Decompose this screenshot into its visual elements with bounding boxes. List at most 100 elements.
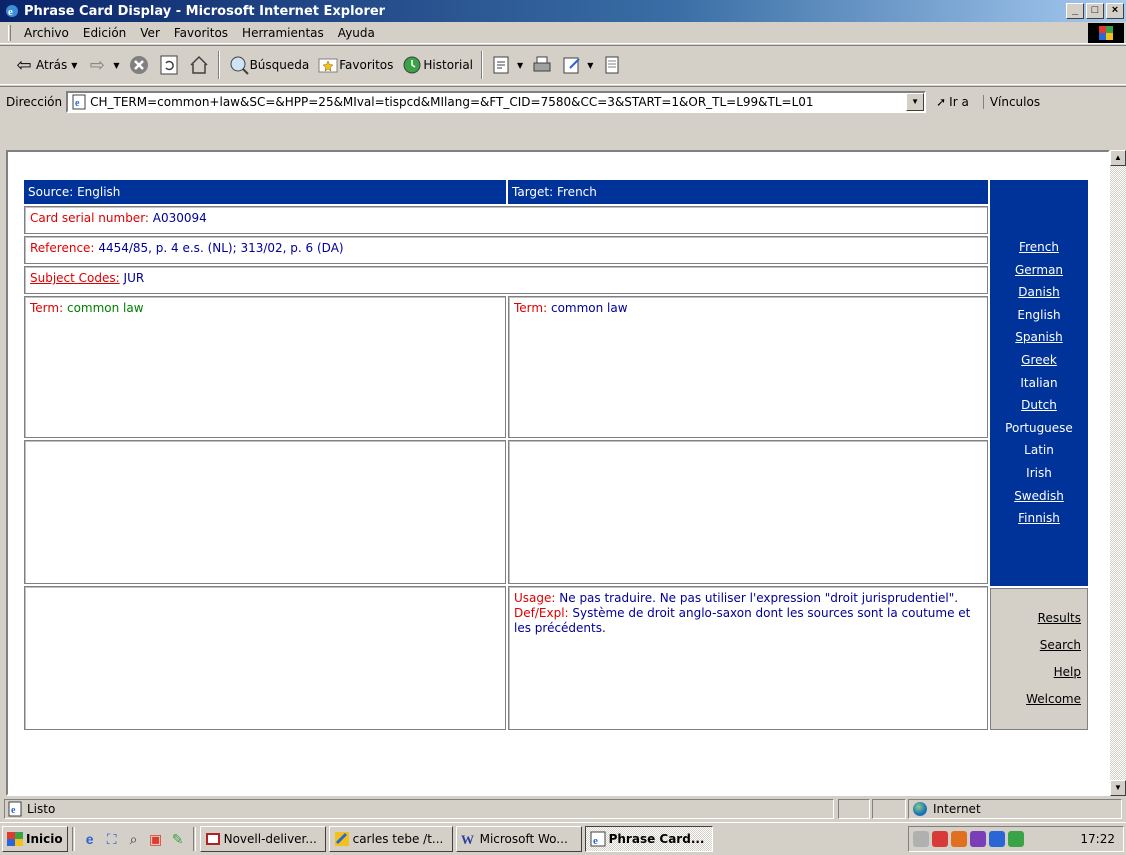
status-text: Listo	[27, 802, 56, 816]
source-language-header: Source: English	[24, 180, 506, 204]
def-expl-label: Def/Expl:	[514, 606, 569, 620]
edit-button[interactable]: ▼	[557, 50, 597, 80]
edit-dropdown-icon[interactable]: ▼	[587, 61, 593, 70]
quicklaunch-notepad-icon[interactable]: ✎	[167, 828, 189, 850]
lang-german-link[interactable]: German	[990, 259, 1088, 282]
search-label: Búsqueda	[249, 58, 310, 72]
task-phrase-card[interactable]: e Phrase Card...	[584, 826, 713, 852]
ie-app-icon: e	[590, 831, 606, 847]
lang-english: English	[1017, 307, 1061, 322]
discuss-button[interactable]	[597, 50, 627, 80]
history-label: Historial	[423, 58, 474, 72]
target-term-value: common law	[550, 301, 628, 315]
title-bar[interactable]: e Phrase Card Display - Microsoft Intern…	[0, 0, 1126, 22]
search-icon	[230, 56, 249, 75]
quicklaunch-ie-icon[interactable]: e	[79, 828, 101, 850]
favorites-label: Favoritos	[339, 58, 394, 72]
tray-shield-icon[interactable]	[932, 831, 948, 847]
history-button[interactable]: Historial	[397, 50, 477, 80]
ie-logo-icon: e	[6, 5, 18, 18]
minimize-button[interactable]: _	[1066, 3, 1084, 19]
address-dropdown-icon[interactable]: ▼	[906, 92, 925, 111]
menu-ver[interactable]: Ver	[133, 26, 167, 40]
source-usage-cell	[24, 586, 506, 730]
task-novell[interactable]: Novell-deliver...	[199, 826, 326, 852]
start-button[interactable]: Inicio	[2, 826, 68, 852]
print-button[interactable]	[527, 50, 557, 80]
mail-dropdown-icon[interactable]: ▼	[517, 61, 523, 70]
home-icon	[190, 55, 208, 74]
close-button[interactable]: ×	[1106, 3, 1124, 19]
back-dropdown-icon[interactable]: ▼	[71, 61, 77, 70]
tray-flag-icon[interactable]	[1008, 831, 1024, 847]
back-button[interactable]: ⇦ Atrás ▼	[8, 50, 81, 80]
tray-network-icon[interactable]	[913, 831, 929, 847]
tray-monitor-icon[interactable]	[989, 831, 1005, 847]
help-link[interactable]: Help	[991, 659, 1081, 686]
mail-button[interactable]: ▼	[487, 50, 527, 80]
forward-button[interactable]: ⇨ ▼	[81, 50, 123, 80]
lang-greek-link[interactable]: Greek	[990, 349, 1088, 372]
status-segment	[838, 799, 870, 819]
lang-dutch-link[interactable]: Dutch	[990, 394, 1088, 417]
serial-label: Card serial number:	[30, 211, 149, 225]
page-viewport: Source: English Target: French Card seri…	[6, 150, 1110, 796]
quicklaunch-network-icon[interactable]: ⛶	[101, 828, 123, 850]
windows-throbber	[1088, 23, 1124, 43]
menu-ayuda[interactable]: Ayuda	[331, 26, 382, 40]
vertical-scrollbar[interactable]: ▲ ▼	[1110, 150, 1126, 796]
mail-icon	[493, 56, 509, 74]
source-term-value: common law	[66, 301, 144, 315]
quicklaunch-media-icon[interactable]: ▣	[145, 828, 167, 850]
lang-danish-link[interactable]: Danish	[990, 281, 1088, 304]
address-input[interactable]: e CH_TERM=common+law&SC=&HPP=25&MIval=ti…	[66, 90, 927, 113]
tray-antivirus-icon[interactable]	[951, 831, 967, 847]
search-button[interactable]: Búsqueda	[224, 50, 314, 80]
menu-herramientas[interactable]: Herramientas	[235, 26, 331, 40]
target-empty-cell	[508, 440, 988, 584]
lang-finnish-link[interactable]: Finnish	[990, 507, 1088, 530]
task-carles[interactable]: carles tebe /t...	[328, 826, 453, 852]
word-app-icon: W	[461, 832, 474, 847]
print-icon	[533, 56, 551, 72]
stop-button[interactable]	[124, 50, 154, 80]
svg-text:e: e	[8, 6, 13, 18]
search-link[interactable]: Search	[991, 632, 1081, 659]
card-serial-row: Card serial number: A030094	[24, 206, 988, 234]
home-button[interactable]	[184, 50, 214, 80]
menubar-grip[interactable]	[8, 24, 11, 41]
menu-archivo[interactable]: Archivo	[17, 26, 76, 40]
favorites-button[interactable]: Favoritos	[313, 50, 397, 80]
forward-dropdown-icon[interactable]: ▼	[113, 61, 119, 70]
task-word[interactable]: W Microsoft Wo...	[455, 826, 582, 852]
lang-french-link[interactable]: French	[990, 236, 1088, 259]
svg-text:e: e	[11, 805, 16, 816]
tray-clock[interactable]: 17:22	[1080, 832, 1115, 846]
quicklaunch-search-icon[interactable]: ⌕	[123, 828, 145, 850]
address-url[interactable]: CH_TERM=common+law&SC=&HPP=25&MIval=tisp…	[90, 95, 902, 109]
welcome-link[interactable]: Welcome	[991, 686, 1081, 713]
lang-spanish-link[interactable]: Spanish	[990, 326, 1088, 349]
scroll-up-arrow-icon[interactable]: ▲	[1110, 150, 1126, 166]
subject-codes-link[interactable]: Subject Codes:	[30, 271, 120, 285]
menu-favoritos[interactable]: Favoritos	[167, 26, 235, 40]
edit-icon	[563, 57, 580, 74]
scroll-down-arrow-icon[interactable]: ▼	[1110, 780, 1126, 796]
paint-app-icon	[334, 832, 349, 846]
menu-edicion[interactable]: Edición	[76, 26, 133, 40]
novell-app-icon	[205, 833, 220, 845]
tray-app-icon[interactable]	[970, 831, 986, 847]
links-button[interactable]: Vínculos	[982, 94, 1040, 109]
document-icon	[605, 56, 619, 74]
lang-swedish-link[interactable]: Swedish	[990, 485, 1088, 508]
back-arrow-icon: ⇦	[16, 54, 32, 76]
address-bar: Dirección e CH_TERM=common+law&SC=&HPP=2…	[0, 86, 1126, 116]
page-status-icon: e	[8, 801, 22, 817]
refresh-button[interactable]	[154, 50, 184, 80]
language-panel: French German Danish English Spanish Gre…	[990, 180, 1088, 586]
go-label: Ir a	[949, 94, 969, 109]
go-button[interactable]: ➚ Ir a	[936, 95, 969, 109]
window-title: Phrase Card Display - Microsoft Internet…	[24, 3, 386, 19]
results-link[interactable]: Results	[991, 605, 1081, 632]
maximize-button[interactable]: □	[1086, 3, 1104, 19]
